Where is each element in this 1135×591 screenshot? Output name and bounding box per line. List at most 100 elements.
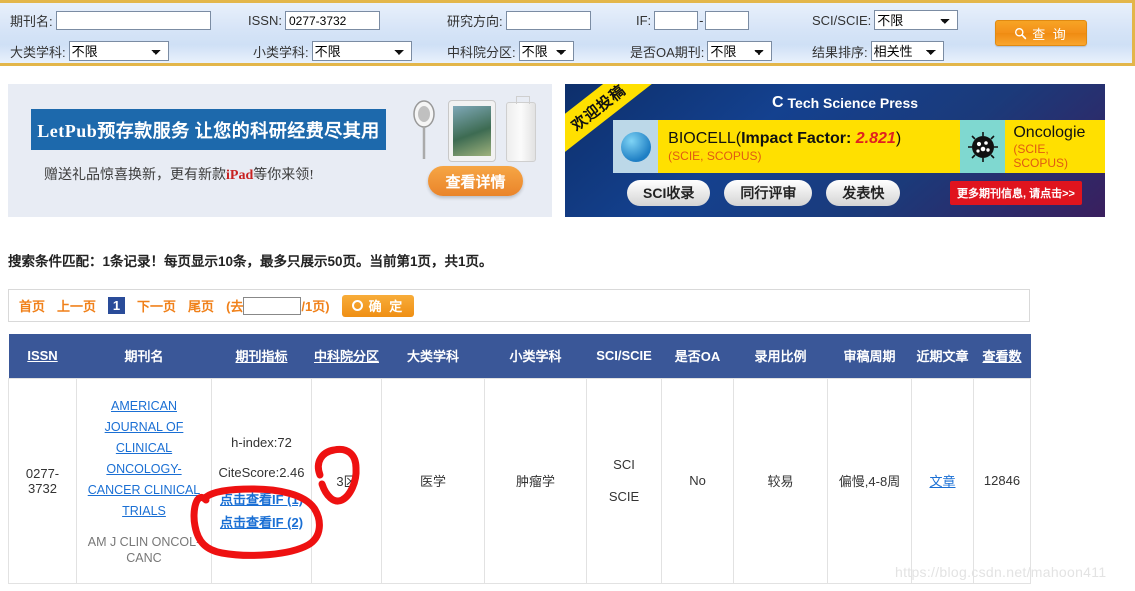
- watermark: https://blog.csdn.net/mahoon411: [895, 564, 1107, 580]
- minor-category-label: 小类学科:: [253, 44, 309, 60]
- letpub-banner[interactable]: LetPub预存款服务 让您的科研经费尽其用 赠送礼品惊喜换新，更有新款iPad…: [8, 84, 552, 217]
- issn-label: ISSN:: [248, 13, 282, 28]
- cell-is-oa: No: [661, 377, 734, 584]
- scie-value: SCIE: [608, 488, 640, 504]
- cell-journal-metrics: h-index:72 CiteScore:2.46 点击查看IF (1) 点击查…: [211, 377, 312, 584]
- journal-link-line-1[interactable]: AMERICAN: [81, 396, 207, 417]
- biocell-if-value: 2.821: [855, 130, 896, 147]
- col-minor-category[interactable]: 小类学科: [484, 334, 587, 378]
- cell-review-cycle: 偏慢,4-8周: [827, 377, 912, 584]
- journal-strip: BIOCELL(Impact Factor: 2.821) (SCIE, SCO…: [613, 120, 1105, 173]
- col-journal-metrics[interactable]: 期刊指标: [211, 334, 312, 378]
- results-summary: 搜索条件匹配：1条记录！每页显示10条，最多只展示50页。当前第1页，共1页。: [8, 254, 493, 269]
- journal-name-label: 期刊名:: [10, 14, 53, 29]
- letpub-subline: 赠送礼品惊喜换新，更有新款iPad等你来领!: [44, 164, 314, 184]
- col-is-oa[interactable]: 是否OA: [661, 334, 734, 378]
- pagination-prev[interactable]: 上一页: [57, 296, 96, 315]
- biocell-icon: [613, 120, 659, 173]
- col-cas-zone[interactable]: 中科院分区: [311, 334, 382, 378]
- publisher-name: Tech Science Press: [787, 95, 919, 111]
- biocell-paren: ): [895, 130, 902, 147]
- suitcase-icon: [506, 96, 536, 162]
- cell-major-category: 医学: [381, 377, 485, 584]
- journal-link-line-6[interactable]: TRIALS: [81, 501, 207, 522]
- journal-link-line-3[interactable]: CLINICAL: [81, 438, 207, 459]
- pagination-current-page[interactable]: 1: [108, 297, 126, 314]
- biocell-info: BIOCELL(Impact Factor: 2.821) (SCIE, SCO…: [658, 130, 960, 163]
- field-sort-order: 结果排序: 相关性: [812, 41, 944, 61]
- pagination-last[interactable]: 尾页: [188, 296, 214, 315]
- field-major-category: 大类学科: 不限: [10, 41, 169, 61]
- col-view-count[interactable]: 查看数: [973, 334, 1031, 378]
- major-category-label: 大类学科:: [10, 44, 66, 60]
- field-research-direction: 研究方向:: [447, 11, 591, 30]
- col-accept-rate[interactable]: 录用比例: [733, 334, 828, 378]
- if-range-separator: -: [699, 13, 704, 28]
- letpub-subline-post: 等你来领!: [253, 168, 314, 183]
- view-if-link-2[interactable]: 点击查看IF (2): [216, 511, 307, 534]
- pagination-goto-suffix: /1页): [301, 299, 330, 314]
- col-recent-articles[interactable]: 近期文章: [911, 334, 974, 378]
- cell-sci-scie: SCI SCIE: [586, 377, 662, 584]
- pagination-goto-input[interactable]: [243, 296, 302, 315]
- tech-science-press-banner[interactable]: 欢迎投稿 C Tech Science Press BIOCELL(Impact…: [565, 84, 1105, 217]
- search-icon: [1015, 27, 1027, 39]
- journal-link-line-5[interactable]: CANCER CLINICAL: [81, 480, 207, 501]
- journal-link-line-4[interactable]: ONCOLOGY-: [81, 459, 207, 480]
- major-category-select[interactable]: 不限: [68, 41, 169, 61]
- oncologie-index: (SCIE, SCOPUS): [1013, 141, 1069, 170]
- letpub-cta-button[interactable]: 查看详情: [428, 166, 523, 196]
- field-is-oa: 是否OA期刊: 不限: [630, 41, 773, 61]
- issn-input[interactable]: [284, 11, 380, 30]
- research-direction-input[interactable]: [505, 11, 591, 30]
- more-journal-info-button[interactable]: 更多期刊信息, 请点击>>: [950, 181, 1082, 205]
- col-review-cycle[interactable]: 审稿周期: [827, 334, 912, 378]
- biocell-if-label: Impact Factor:: [741, 130, 856, 147]
- cell-view-count: 12846: [973, 377, 1031, 584]
- pagination-next[interactable]: 下一页: [137, 296, 176, 315]
- cell-journal-name: AMERICAN JOURNAL OF CLINICAL ONCOLOGY- C…: [76, 377, 212, 584]
- sci-scie-select[interactable]: 不限: [874, 10, 959, 30]
- cell-accept-rate: 较易: [733, 377, 828, 584]
- ipad-icon: [448, 100, 496, 162]
- pagination-first[interactable]: 首页: [19, 296, 45, 315]
- cell-issn: 0277-3732: [8, 377, 77, 584]
- publisher-logo: C Tech Science Press: [715, 92, 975, 114]
- table-row: 0277-3732 AMERICAN JOURNAL OF CLINICAL O…: [8, 377, 1031, 584]
- journal-name-input[interactable]: [55, 11, 211, 30]
- tennis-racket-icon: [413, 100, 435, 159]
- impact-factor-label: IF:: [636, 13, 652, 28]
- biocell-name: BIOCELL(: [668, 130, 742, 147]
- oncologie-info: Oncologie (SCIE, SCOPUS): [1005, 124, 1105, 170]
- metric-citescore: CiteScore:2.46: [218, 464, 305, 480]
- col-major-category[interactable]: 大类学科: [381, 334, 485, 378]
- if-max-input[interactable]: [704, 11, 749, 30]
- recent-articles-link[interactable]: 文章: [929, 474, 955, 489]
- query-button[interactable]: 查 询: [995, 20, 1087, 46]
- letpub-subline-pre: 赠送礼品惊喜换新，更有新款: [44, 168, 226, 183]
- col-issn[interactable]: ISSN: [8, 334, 77, 378]
- cas-zone-label: 中科院分区:: [447, 44, 516, 60]
- pill-peer-review[interactable]: 同行评审: [724, 180, 813, 206]
- col-journal-name[interactable]: 期刊名: [76, 334, 212, 378]
- pill-fast-publish[interactable]: 发表快: [826, 180, 901, 206]
- virus-cell-icon: [967, 131, 998, 162]
- minor-category-select[interactable]: 不限: [311, 41, 412, 61]
- letpub-products: [406, 94, 546, 164]
- is-oa-select[interactable]: 不限: [707, 41, 773, 61]
- col-sci-scie[interactable]: SCI/SCIE: [586, 334, 662, 378]
- journal-link-line-2[interactable]: JOURNAL OF: [81, 417, 207, 438]
- field-journal-name: 期刊名:: [10, 11, 211, 30]
- pagination-confirm-button[interactable]: 确 定: [341, 294, 415, 317]
- view-if-link-1[interactable]: 点击查看IF (1): [216, 488, 307, 511]
- table-header-row: ISSN 期刊名 期刊指标 中科院分区 大类学科 小类学科 SCI/SCIE 是…: [8, 334, 1031, 378]
- pill-sci-indexed[interactable]: SCI收录: [627, 180, 711, 206]
- biocell-index: (SCIE, SCOPUS): [668, 149, 762, 163]
- letpub-headline: LetPub预存款服务 让您的科研经费尽其用: [31, 109, 386, 150]
- if-min-input[interactable]: [654, 11, 699, 30]
- field-sci-scie: SCI/SCIE: 不限: [812, 10, 959, 30]
- query-button-label: 查 询: [1032, 26, 1068, 42]
- sort-order-select[interactable]: 相关性: [870, 41, 944, 61]
- cas-zone-select[interactable]: 不限: [518, 41, 574, 61]
- oncologie-name: Oncologie: [1013, 123, 1086, 141]
